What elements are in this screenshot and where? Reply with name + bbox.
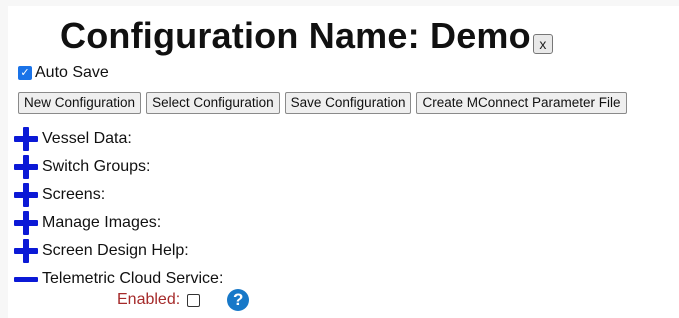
- section-label: Telemetric Cloud Service:: [42, 270, 224, 287]
- toolbar: New Configuration Select Configuration S…: [18, 92, 627, 114]
- section-label: Screen Design Help:: [42, 242, 189, 259]
- save-configuration-button[interactable]: Save Configuration: [284, 92, 412, 114]
- enabled-label: Enabled:: [117, 291, 181, 308]
- section-label: Switch Groups:: [42, 158, 151, 175]
- title-row: Configuration Name: Demo x: [60, 16, 553, 56]
- select-configuration-button[interactable]: Select Configuration: [146, 92, 280, 114]
- help-icon[interactable]: ?: [227, 289, 250, 311]
- configuration-page: Configuration Name: Demo x ✓ Auto Save N…: [8, 6, 679, 318]
- section-label: Screens:: [42, 186, 106, 203]
- section-screens[interactable]: Screens:: [14, 181, 223, 209]
- page-title: Configuration Name: Demo: [60, 15, 531, 56]
- section-switch-groups[interactable]: Switch Groups:: [14, 153, 223, 181]
- section-label: Vessel Data:: [42, 130, 132, 147]
- enabled-checkbox[interactable]: [187, 293, 201, 307]
- create-mconnect-parameter-file-button[interactable]: Create MConnect Parameter File: [416, 92, 627, 114]
- plus-icon[interactable]: [14, 155, 38, 179]
- new-configuration-button[interactable]: New Configuration: [18, 92, 142, 114]
- minus-icon[interactable]: [14, 267, 38, 291]
- section-list: Vessel Data: Switch Groups: Screens: Man…: [14, 125, 223, 293]
- autosave-label: Auto Save: [35, 64, 109, 81]
- section-vessel-data[interactable]: Vessel Data:: [14, 125, 223, 153]
- close-button[interactable]: x: [532, 34, 553, 54]
- plus-icon[interactable]: [14, 239, 38, 263]
- plus-icon[interactable]: [14, 211, 38, 235]
- section-screen-design-help[interactable]: Screen Design Help:: [14, 237, 223, 265]
- section-label: Manage Images:: [42, 214, 162, 231]
- section-manage-images[interactable]: Manage Images:: [14, 209, 223, 237]
- plus-icon[interactable]: [14, 183, 38, 207]
- autosave-checkbox[interactable]: ✓: [18, 66, 32, 80]
- plus-icon[interactable]: [14, 127, 38, 151]
- telemetric-enabled-row: Enabled: ?: [117, 289, 250, 311]
- autosave-toggle[interactable]: ✓ Auto Save: [18, 64, 109, 82]
